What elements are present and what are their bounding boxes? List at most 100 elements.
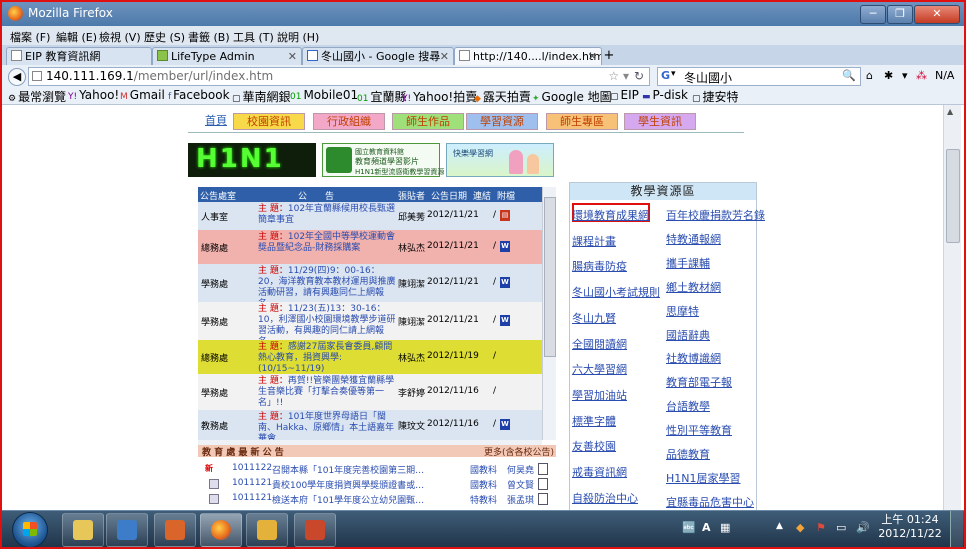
- system-clock[interactable]: 上午 01:24 2012/11/22: [874, 513, 946, 541]
- taskbar-explorer[interactable]: [62, 513, 104, 547]
- resource-link[interactable]: 自殺防治中心: [572, 490, 638, 506]
- document-icon[interactable]: [538, 478, 548, 490]
- notice-scrollbar[interactable]: [542, 187, 556, 440]
- latest-title-link[interactable]: 貴校100學年度捐資興學獎頒證書或…: [272, 478, 437, 491]
- nav-resources[interactable]: 學習資源: [466, 113, 538, 130]
- menu-bookmarks[interactable]: 書籤 (B): [188, 29, 230, 45]
- search-icon[interactable]: 🔍: [842, 69, 856, 82]
- resource-link[interactable]: 標準字體: [572, 413, 616, 429]
- dropdown-icon[interactable]: ▾: [671, 69, 676, 79]
- bookmark-gmail[interactable]: M Gmail: [120, 88, 165, 102]
- bookmark-google-maps[interactable]: ✦ Google 地圖: [532, 88, 612, 105]
- bookmark-giant[interactable]: ▢ 捷安特: [692, 88, 739, 105]
- notice-subject[interactable]: 主 題：102年宜蘭縣候用校長甄選簡章事宜: [258, 204, 398, 226]
- resource-link[interactable]: 國語辭典: [666, 327, 710, 343]
- notice-row[interactable]: 總務處 主 題：感謝27屆家長會委員,顧問熱心教育，捐資興學:(10/15~11/…: [198, 340, 542, 375]
- menu-history[interactable]: 歷史 (S): [144, 29, 185, 45]
- close-tab-icon[interactable]: ✕: [588, 48, 597, 65]
- notice-row[interactable]: 人事室 主 題：102年宜蘭縣候用校長甄選簡章事宜 邱美莠 2012/11/21 / ▤: [198, 202, 542, 231]
- scroll-up-icon[interactable]: ▲: [947, 107, 953, 116]
- bookmark-most-visited[interactable]: ⚙ 最常瀏覽: [8, 88, 66, 105]
- tab-google-search[interactable]: 冬山國小 - Google 搜尋 ✕: [302, 47, 454, 66]
- notice-link[interactable]: /: [493, 277, 496, 287]
- bookmark-pdisk[interactable]: ▬ P-disk: [642, 88, 688, 102]
- bookmark-yilan[interactable]: 01 宜蘭縣: [357, 88, 406, 105]
- new-tab-button[interactable]: +: [602, 48, 616, 64]
- extension-icon[interactable]: ⁂: [916, 69, 927, 82]
- h1n1-banner[interactable]: H1N1: [188, 143, 316, 177]
- taskbar-powerpoint[interactable]: [294, 513, 336, 547]
- taskbar-live-writer[interactable]: [246, 513, 288, 547]
- resource-link[interactable]: 全國閱讀網: [572, 336, 627, 352]
- resource-link[interactable]: 思摩特: [666, 303, 699, 319]
- nav-student-info[interactable]: 學生資訊: [624, 113, 696, 130]
- scroll-thumb[interactable]: [544, 197, 556, 357]
- notice-row[interactable]: 學務處主 題：11/29(四)9：00-16：20，海洋教育教本教材運用與推廣活…: [198, 264, 542, 309]
- show-desktop-button[interactable]: [950, 511, 963, 547]
- menu-tools[interactable]: 工具 (T): [233, 29, 274, 45]
- addon-icon[interactable]: ✱: [884, 69, 893, 82]
- menu-edit[interactable]: 編輯 (E): [56, 29, 97, 45]
- close-tab-icon[interactable]: ✕: [288, 48, 297, 65]
- notice-link[interactable]: /: [493, 419, 496, 429]
- resource-link[interactable]: 友善校園: [572, 438, 616, 454]
- bookmark-star-icon[interactable]: ☆ ▾: [608, 69, 629, 83]
- reload-icon[interactable]: ↻: [634, 69, 644, 83]
- resource-link[interactable]: 社教博識網: [666, 350, 721, 366]
- dropdown-icon[interactable]: ▾: [902, 69, 908, 82]
- security-icon[interactable]: ◆: [796, 521, 804, 534]
- ime-indicator[interactable]: A: [702, 521, 711, 534]
- latest-title-link[interactable]: 召開本縣「101年度完善校園第三期…: [272, 463, 437, 476]
- taskbar-media-player[interactable]: [106, 513, 148, 547]
- resource-link[interactable]: 特教通報網: [666, 231, 721, 247]
- notice-link[interactable]: /: [493, 351, 496, 361]
- kids-learning-banner[interactable]: 快樂學習網: [446, 143, 554, 177]
- resource-link[interactable]: 課程計畫: [572, 233, 616, 249]
- bookmark-hncb[interactable]: ▢ 華南網銀: [232, 88, 291, 105]
- latest-item[interactable]: 1011121 檢送本府「101學年度公立幼兒園甄… 特教科 張孟琪: [202, 493, 556, 506]
- pdf-icon[interactable]: ▤: [500, 210, 510, 221]
- google-icon[interactable]: G: [661, 69, 670, 82]
- resource-link[interactable]: 腸病毒防疫: [572, 258, 627, 274]
- resource-link[interactable]: 冬山九賢: [572, 310, 616, 326]
- resource-link[interactable]: 宜縣毒品危害中心: [666, 494, 754, 510]
- notice-link[interactable]: /: [493, 315, 496, 325]
- resource-link[interactable]: 性別平等教育: [666, 422, 732, 438]
- notice-row[interactable]: 總務處 主 題：102年全國中等學校運動會獎品暨紀念品-財務採購案 林弘杰 2012/…: [198, 230, 542, 265]
- language-bar-icon[interactable]: 🔤: [682, 521, 696, 534]
- resource-link[interactable]: 攜手課輔: [666, 255, 710, 271]
- nav-works[interactable]: 師生作品: [392, 113, 464, 130]
- word-doc-icon[interactable]: W: [500, 419, 510, 430]
- resource-link[interactable]: 冬山國小考試規則: [572, 284, 660, 300]
- resource-link[interactable]: 環境教育成果網: [572, 207, 649, 223]
- nav-admin[interactable]: 行政組織: [313, 113, 385, 130]
- latest-item[interactable]: 1011121 貴校100學年度捐資興學獎頒證書或… 國教科 曾文賢: [202, 478, 556, 491]
- notice-link[interactable]: /: [493, 386, 496, 396]
- maximize-button[interactable]: ❐: [887, 5, 913, 24]
- taskbar-firefox[interactable]: [200, 513, 242, 547]
- nav-zone[interactable]: 師生專區: [546, 113, 618, 130]
- bookmark-facebook[interactable]: f Facebook: [168, 88, 230, 102]
- home-icon[interactable]: ⌂: [866, 69, 873, 82]
- tab-eip[interactable]: EIP 教育資訊網: [6, 47, 152, 66]
- resource-link[interactable]: 百年校慶捐款芳名錄: [666, 207, 765, 223]
- taskbar-photo-app[interactable]: [154, 513, 196, 547]
- document-icon[interactable]: [538, 493, 548, 505]
- resource-link[interactable]: 學習加油站: [572, 387, 627, 403]
- notice-subject[interactable]: 主 題：再賀!!管樂團榮獲宜蘭縣學生音樂比賽「打擊合奏優等第一名」!!: [258, 376, 398, 409]
- tab-lifetype[interactable]: LifeType Admin ✕: [152, 47, 302, 66]
- close-tab-icon[interactable]: ✕: [440, 48, 449, 65]
- resource-link[interactable]: 六大學習網: [572, 361, 627, 377]
- notice-subject[interactable]: 主 題：101年度世界母語日「閩南、Hakka、原鄉情」本土語嘉年華會: [258, 412, 398, 440]
- bookmark-yahoo-auction[interactable]: Y! Yahoo!拍賣: [402, 88, 477, 105]
- back-button[interactable]: ◀: [8, 68, 26, 86]
- start-button[interactable]: [12, 512, 48, 547]
- document-icon[interactable]: [538, 463, 548, 475]
- notice-row[interactable]: 學務處主 題：11/23(五)13：30-16：10，利澤國小校園環境教學步道研…: [198, 302, 542, 347]
- resource-link[interactable]: 台語教學: [666, 398, 710, 414]
- resource-link[interactable]: 戒毒資訊網: [572, 464, 627, 480]
- bookmark-mobile01[interactable]: 01 Mobile01: [290, 88, 358, 102]
- nav-home[interactable]: 首頁: [203, 113, 229, 128]
- notice-row[interactable]: 學務處 主 題：再賀!!管樂團榮獲宜蘭縣學生音樂比賽「打擊合奏優等第一名」!! 李舒…: [198, 374, 542, 411]
- search-bar[interactable]: G ▾ 冬山國小 🔍: [657, 67, 861, 86]
